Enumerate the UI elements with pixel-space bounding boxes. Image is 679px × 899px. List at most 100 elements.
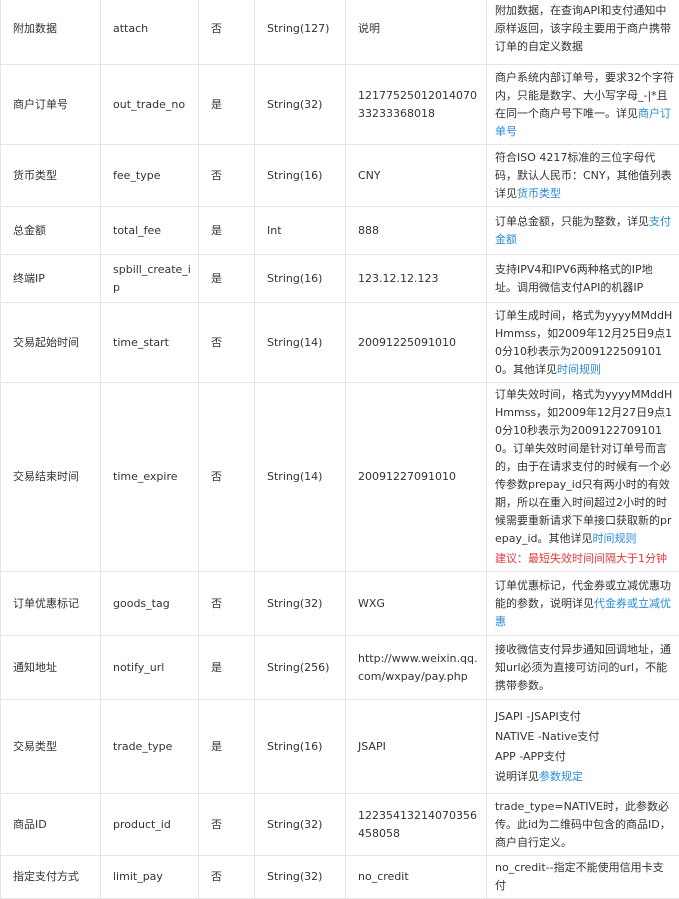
- desc-text: 说明详见: [495, 770, 539, 783]
- param-type-cell: String(16): [255, 145, 346, 207]
- param-required-cell: 否: [199, 572, 255, 636]
- param-field-cell: limit_pay: [101, 856, 199, 899]
- param-field-cell: spbill_create_ip: [101, 255, 199, 303]
- table-row: 总金额total_fee是Int888订单总金额，只能为整数，详见支付金额: [1, 207, 679, 255]
- param-desc-cell: 订单生成时间，格式为yyyyMMddHHmmss，如2009年12月25日9点1…: [487, 303, 679, 383]
- param-name-cell: 总金额: [1, 207, 101, 255]
- table-row: 交易结束时间time_expire否String(14)200912270910…: [1, 383, 679, 572]
- param-type-cell: String(32): [255, 572, 346, 636]
- table-row: 商品IDproduct_id否String(32)122354132140703…: [1, 794, 679, 856]
- param-type-cell: String(32): [255, 65, 346, 145]
- param-sample-cell: 12235413214070356458058: [346, 794, 487, 856]
- param-name-cell: 商户订单号: [1, 65, 101, 145]
- desc-link[interactable]: 时间规则: [557, 363, 601, 376]
- param-field-cell: attach: [101, 0, 199, 65]
- param-desc-cell: 订单失效时间，格式为yyyyMMddHHmmss，如2009年12月27日9点1…: [487, 383, 679, 572]
- param-type-cell: String(16): [255, 255, 346, 303]
- param-type-cell: String(14): [255, 303, 346, 383]
- desc-line: APP -APP支付: [495, 748, 674, 766]
- param-desc-cell: 订单总金额，只能为整数，详见支付金额: [487, 207, 679, 255]
- desc-warning: 建议：最短失效时间间隔大于1分钟: [495, 550, 674, 568]
- table-row: 商户订单号out_trade_no是String(32)121775250120…: [1, 65, 679, 145]
- param-sample-cell: 20091227091010: [346, 383, 487, 572]
- desc-line: NATIVE -Native支付: [495, 728, 674, 746]
- table-row: 附加数据attach否String(127)说明附加数据，在查询API和支付通知…: [1, 0, 679, 65]
- param-sample-cell: no_credit: [346, 856, 487, 899]
- desc-line: JSAPI -JSAPI支付: [495, 708, 674, 726]
- param-required-cell: 是: [199, 255, 255, 303]
- param-type-cell: Int: [255, 207, 346, 255]
- param-required-cell: 否: [199, 303, 255, 383]
- param-name-cell: 通知地址: [1, 636, 101, 700]
- param-required-cell: 否: [199, 145, 255, 207]
- desc-text: 附加数据，在查询API和支付通知中原样返回，该字段主要用于商户携带订单的自定义数…: [495, 4, 671, 53]
- param-desc-cell: 商户系统内部订单号，要求32个字符内，只能是数字、大小写字母_-|*且在同一个商…: [487, 65, 679, 145]
- param-field-cell: trade_type: [101, 700, 199, 794]
- desc-text: 接收微信支付异步通知回调地址，通知url必须为直接可访问的url，不能携带参数。: [495, 643, 671, 692]
- desc-text-block: no_credit--指定不能使用信用卡支付: [495, 859, 674, 895]
- table-row: 交易起始时间time_start否String(14)2009122509101…: [1, 303, 679, 383]
- desc-text-block: 接收微信支付异步通知回调地址，通知url必须为直接可访问的url，不能携带参数。: [495, 641, 674, 695]
- param-sample-cell: 20091225091010: [346, 303, 487, 383]
- param-name-cell: 交易结束时间: [1, 383, 101, 572]
- desc-text-block: 说明详见参数规定: [495, 768, 674, 786]
- param-name-cell: 附加数据: [1, 0, 101, 65]
- table-row: 货币类型fee_type否String(16)CNY符合ISO 4217标准的三…: [1, 145, 679, 207]
- param-field-cell: goods_tag: [101, 572, 199, 636]
- param-required-cell: 是: [199, 207, 255, 255]
- desc-text-block: 订单失效时间，格式为yyyyMMddHHmmss，如2009年12月27日9点1…: [495, 386, 674, 548]
- desc-text-block: 支持IPV4和IPV6两种格式的IP地址。调用微信支付API的机器IP: [495, 261, 674, 297]
- param-sample-cell: 123.12.12.123: [346, 255, 487, 303]
- desc-text-block: 商户系统内部订单号，要求32个字符内，只能是数字、大小写字母_-|*且在同一个商…: [495, 69, 674, 141]
- table-row: 订单优惠标记goods_tag否String(32)WXG订单优惠标记，代金券或…: [1, 572, 679, 636]
- param-field-cell: fee_type: [101, 145, 199, 207]
- param-name-cell: 指定支付方式: [1, 856, 101, 899]
- desc-text: 支持IPV4和IPV6两种格式的IP地址。调用微信支付API的机器IP: [495, 263, 653, 294]
- param-required-cell: 是: [199, 65, 255, 145]
- param-field-cell: product_id: [101, 794, 199, 856]
- desc-link[interactable]: 时间规则: [593, 532, 637, 545]
- param-required-cell: 是: [199, 636, 255, 700]
- param-desc-cell: 订单优惠标记，代金券或立减优惠功能的参数，说明详见代金券或立减优惠: [487, 572, 679, 636]
- table-row: 终端IPspbill_create_ip是String(16)123.12.12…: [1, 255, 679, 303]
- param-type-cell: String(127): [255, 0, 346, 65]
- param-required-cell: 否: [199, 0, 255, 65]
- param-sample-cell: http://www.weixin.qq.com/wxpay/pay.php: [346, 636, 487, 700]
- desc-text-block: trade_type=NATIVE时，此参数必传。此id为二维码中包含的商品ID…: [495, 798, 674, 852]
- param-type-cell: String(256): [255, 636, 346, 700]
- param-required-cell: 否: [199, 856, 255, 899]
- param-field-cell: time_expire: [101, 383, 199, 572]
- desc-text: no_credit--指定不能使用信用卡支付: [495, 861, 664, 892]
- param-type-cell: String(32): [255, 794, 346, 856]
- desc-link[interactable]: 参数规定: [539, 770, 583, 783]
- param-name-cell: 货币类型: [1, 145, 101, 207]
- param-sample-cell: 说明: [346, 0, 487, 65]
- param-sample-cell: 888: [346, 207, 487, 255]
- param-field-cell: out_trade_no: [101, 65, 199, 145]
- params-table-body: 附加数据attach否String(127)说明附加数据，在查询API和支付通知…: [1, 0, 679, 899]
- desc-text: 订单失效时间，格式为yyyyMMddHHmmss，如2009年12月27日9点1…: [495, 388, 672, 545]
- param-name-cell: 交易起始时间: [1, 303, 101, 383]
- param-required-cell: 否: [199, 383, 255, 572]
- param-field-cell: notify_url: [101, 636, 199, 700]
- param-type-cell: String(16): [255, 700, 346, 794]
- param-desc-cell: 符合ISO 4217标准的三位字母代码，默认人民币：CNY，其他值列表详见货币类…: [487, 145, 679, 207]
- param-sample-cell: CNY: [346, 145, 487, 207]
- desc-text-block: 订单优惠标记，代金券或立减优惠功能的参数，说明详见代金券或立减优惠: [495, 577, 674, 631]
- param-field-cell: total_fee: [101, 207, 199, 255]
- param-desc-cell: JSAPI -JSAPI支付 NATIVE -Native支付 APP -APP支付…: [487, 700, 679, 794]
- desc-text-block: 附加数据，在查询API和支付通知中原样返回，该字段主要用于商户携带订单的自定义数…: [495, 2, 674, 56]
- param-desc-cell: 附加数据，在查询API和支付通知中原样返回，该字段主要用于商户携带订单的自定义数…: [487, 0, 679, 65]
- desc-link[interactable]: 货币类型: [517, 187, 561, 200]
- param-field-cell: time_start: [101, 303, 199, 383]
- param-name-cell: 订单优惠标记: [1, 572, 101, 636]
- desc-text: trade_type=NATIVE时，此参数必传。此id为二维码中包含的商品ID…: [495, 800, 671, 849]
- desc-text-block: 订单总金额，只能为整数，详见支付金额: [495, 213, 674, 249]
- param-sample-cell: 1217752501201407033233368018: [346, 65, 487, 145]
- param-type-cell: String(32): [255, 856, 346, 899]
- param-required-cell: 是: [199, 700, 255, 794]
- param-name-cell: 终端IP: [1, 255, 101, 303]
- params-table: 附加数据attach否String(127)说明附加数据，在查询API和支付通知…: [0, 0, 679, 899]
- param-desc-cell: no_credit--指定不能使用信用卡支付: [487, 856, 679, 899]
- param-name-cell: 交易类型: [1, 700, 101, 794]
